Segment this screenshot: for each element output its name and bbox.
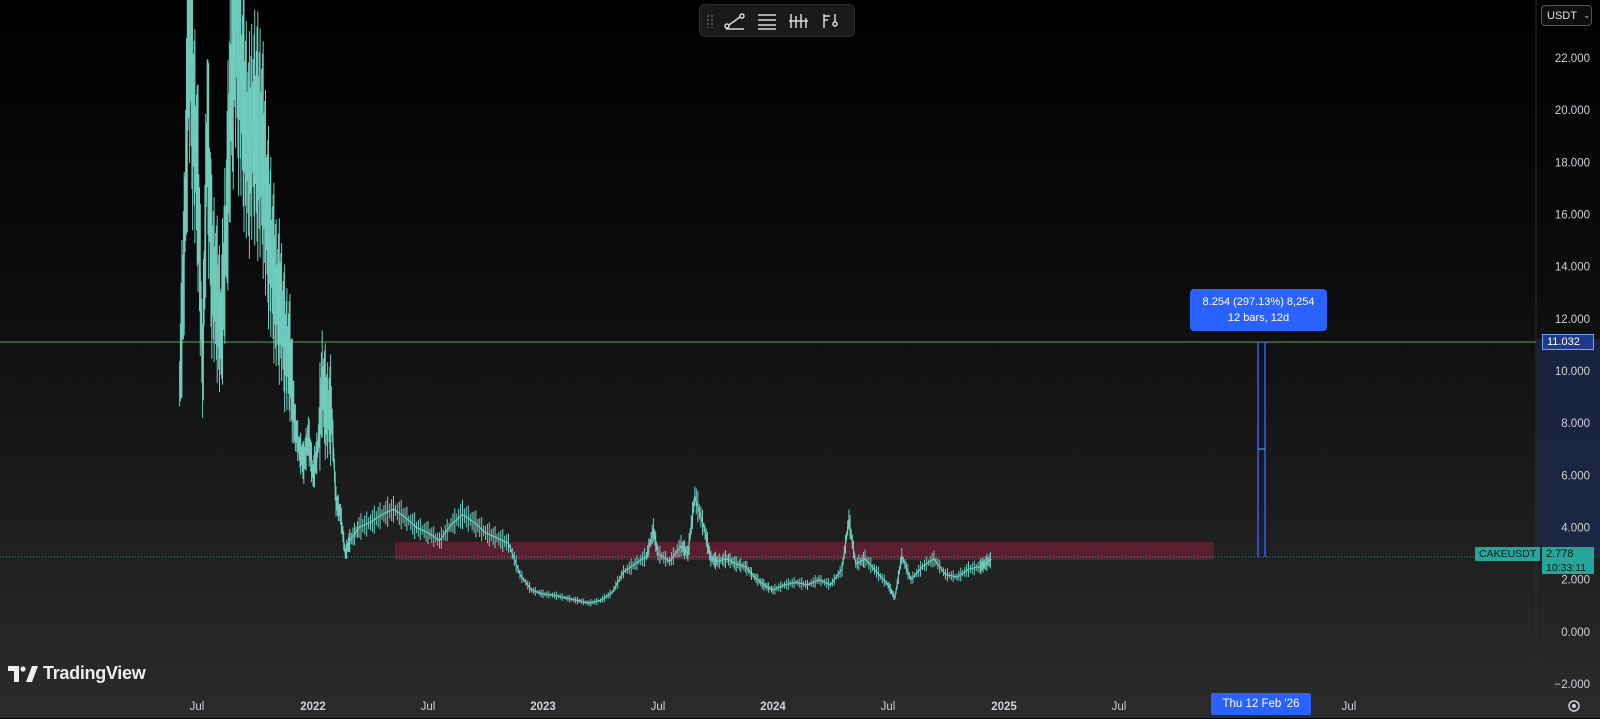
level-price-tag: 11.032: [1542, 334, 1594, 350]
currency-label: USDT: [1547, 9, 1577, 22]
y-tick-label: 8.000: [1561, 418, 1590, 430]
x-tick-label: Jul: [881, 701, 896, 713]
x-tick-label: Jul: [421, 701, 436, 713]
tradingview-logo-icon: [8, 665, 38, 682]
long-position-icon[interactable]: [818, 8, 844, 34]
y-tick-label: 6.000: [1561, 470, 1590, 482]
x-tick-label: 2025: [991, 701, 1017, 713]
horizontal-lines-icon[interactable]: [754, 8, 780, 34]
drawing-toolbar: [699, 4, 855, 37]
measure-readout[interactable]: 8.254 (297.13%) 8,254 12 bars, 12d: [1190, 289, 1327, 331]
x-tick-label: 2023: [530, 701, 556, 713]
price-series: [179, 0, 992, 607]
y-tick-label: 0.000: [1561, 627, 1590, 639]
logo-text: TradingView: [43, 663, 146, 683]
price-chart[interactable]: 22.000 20.000 18.000 16.000 14.000 12.000 10.0…: [0, 0, 1600, 718]
crosshair-date-tag: Thu 12 Feb '26: [1211, 693, 1311, 715]
x-tick-label: 2022: [300, 701, 326, 713]
y-tick-label: 14.000: [1555, 262, 1590, 274]
y-tick-label: 12.000: [1555, 314, 1590, 326]
x-tick-label: Jul: [1112, 701, 1127, 713]
y-tick-label: −2.000: [1555, 679, 1591, 691]
y-tick-label: 2.000: [1561, 575, 1590, 587]
gear-icon[interactable]: [1566, 698, 1582, 714]
last-price-tag: 2.778: [1542, 547, 1594, 561]
x-tick-label: Jul: [190, 701, 205, 713]
time-axis[interactable]: Jul 2022 Jul 2023 Jul 2024 Jul 2025 Jul Jul: [190, 701, 1357, 713]
y-tick-label: 22.000: [1555, 53, 1590, 65]
fib-retracement-icon[interactable]: [786, 8, 812, 34]
y-tick-label: 18.000: [1555, 157, 1590, 169]
trend-line-icon[interactable]: [722, 8, 748, 34]
currency-selector[interactable]: USDT ⌄: [1541, 5, 1592, 26]
price-line: [179, 5, 992, 604]
x-tick-label: Jul: [651, 701, 666, 713]
x-tick-label: 2024: [760, 701, 786, 713]
symbol-tag: CAKEUSDT: [1475, 547, 1540, 561]
measure-change: 8.254 (297.13%) 8,254: [1202, 296, 1315, 308]
drag-handle-icon[interactable]: [706, 13, 714, 28]
tradingview-logo[interactable]: TradingView: [8, 663, 146, 684]
y-tick-label: 10.000: [1555, 366, 1590, 378]
chevron-down-icon: ⌄: [1582, 10, 1591, 20]
measure-tool[interactable]: [1257, 342, 1266, 557]
y-tick-label: 20.000: [1555, 105, 1590, 117]
y-tick-label: 4.000: [1561, 523, 1590, 535]
measure-bars: 12 bars, 12d: [1227, 312, 1290, 324]
bar-countdown: 10:33:11: [1542, 561, 1594, 574]
price-axis[interactable]: 22.000 20.000 18.000 16.000 14.000 12.000 10.0…: [1555, 53, 1591, 691]
x-tick-label: Jul: [1342, 701, 1357, 713]
y-tick-label: 16.000: [1555, 210, 1590, 222]
